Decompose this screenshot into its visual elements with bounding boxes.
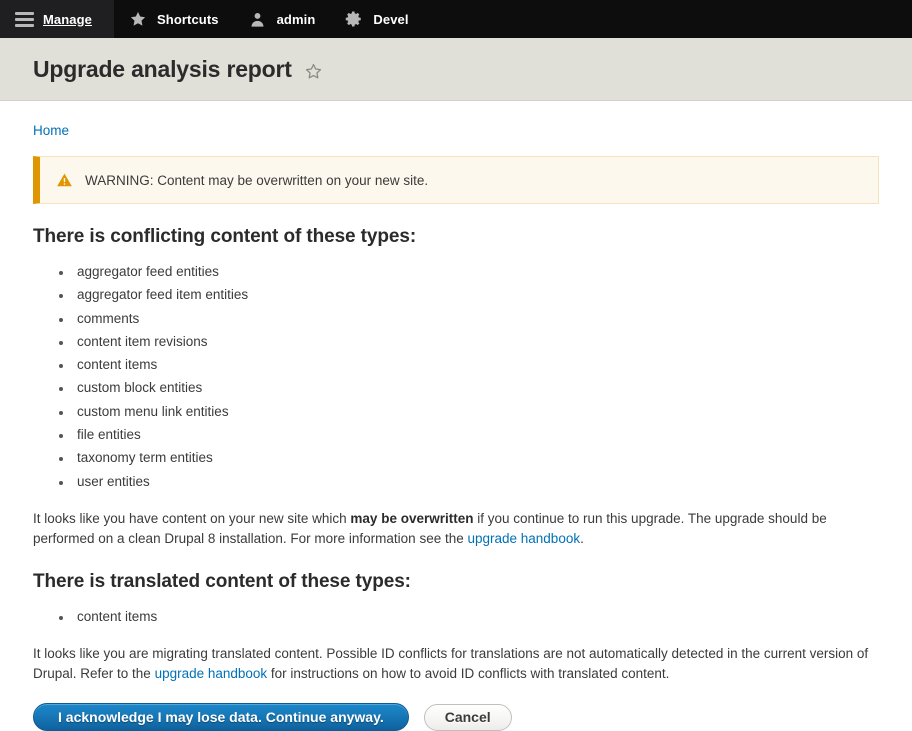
breadcrumb-item-home[interactable]: Home: [33, 123, 69, 138]
cancel-button[interactable]: Cancel: [423, 703, 512, 731]
description-part-1: It looks like you have content on your n…: [33, 510, 351, 526]
warning-triangle-icon: [56, 172, 73, 188]
admin-toolbar: Manage Shortcuts admin Devel: [0, 0, 912, 38]
warning-message-text: WARNING: Content may be overwritten on y…: [85, 172, 429, 188]
conflicting-content-list: aggregator feed entities aggregator feed…: [33, 260, 879, 493]
star-outline-icon[interactable]: [304, 62, 323, 81]
star-filled-icon: [128, 9, 148, 29]
list-item: file entities: [73, 423, 879, 446]
warning-message: WARNING: Content may be overwritten on y…: [33, 156, 879, 204]
translated-content-list: content items: [33, 605, 879, 628]
list-item: aggregator feed item entities: [73, 283, 879, 306]
list-item: user entities: [73, 470, 879, 493]
conflicting-content-description: It looks like you have content on your n…: [33, 509, 878, 549]
description-emphasis: may be overwritten: [350, 510, 474, 526]
page-title: Upgrade analysis report: [33, 55, 292, 82]
gear-icon: [344, 9, 364, 29]
toolbar-tab-shortcuts[interactable]: Shortcuts: [114, 0, 234, 38]
upgrade-handbook-link[interactable]: upgrade handbook: [467, 531, 580, 546]
page-header: Upgrade analysis report: [0, 38, 912, 101]
list-item: custom menu link entities: [73, 400, 879, 423]
list-item: content items: [73, 605, 879, 628]
toolbar-tab-devel-label: Devel: [373, 11, 409, 27]
list-item: aggregator feed entities: [73, 260, 879, 283]
upgrade-handbook-link[interactable]: upgrade handbook: [155, 666, 268, 681]
description-part-3: for instructions on how to avoid ID conf…: [267, 666, 670, 682]
toolbar-tab-manage[interactable]: Manage: [0, 0, 115, 38]
continue-anyway-button[interactable]: I acknowledge I may lose data. Continue …: [33, 703, 409, 731]
translated-content-description: It looks like you are migrating translat…: [33, 644, 878, 684]
section-heading-translated: There is translated content of these typ…: [33, 570, 411, 592]
toolbar-tab-account[interactable]: admin: [234, 0, 331, 38]
page-content: Home WARNING: Content may be overwritten…: [0, 101, 912, 731]
list-item: content item revisions: [73, 330, 879, 353]
toolbar-tab-shortcuts-label: Shortcuts: [157, 11, 219, 27]
list-item: custom block entities: [73, 376, 879, 399]
user-icon: [248, 9, 268, 29]
toolbar-tab-account-label: admin: [276, 11, 316, 27]
list-item: comments: [73, 307, 879, 330]
toolbar-tab-devel[interactable]: Devel: [330, 0, 423, 38]
list-item: content items: [73, 353, 879, 376]
description-part-3: .: [580, 530, 584, 546]
breadcrumb: Home: [33, 101, 879, 138]
list-item: taxonomy term entities: [73, 446, 879, 469]
section-heading-conflicting: There is conflicting content of these ty…: [33, 226, 417, 247]
form-actions: I acknowledge I may lose data. Continue …: [33, 703, 879, 731]
toolbar-tab-manage-label: Manage: [43, 11, 93, 27]
hamburger-icon: [14, 9, 34, 29]
